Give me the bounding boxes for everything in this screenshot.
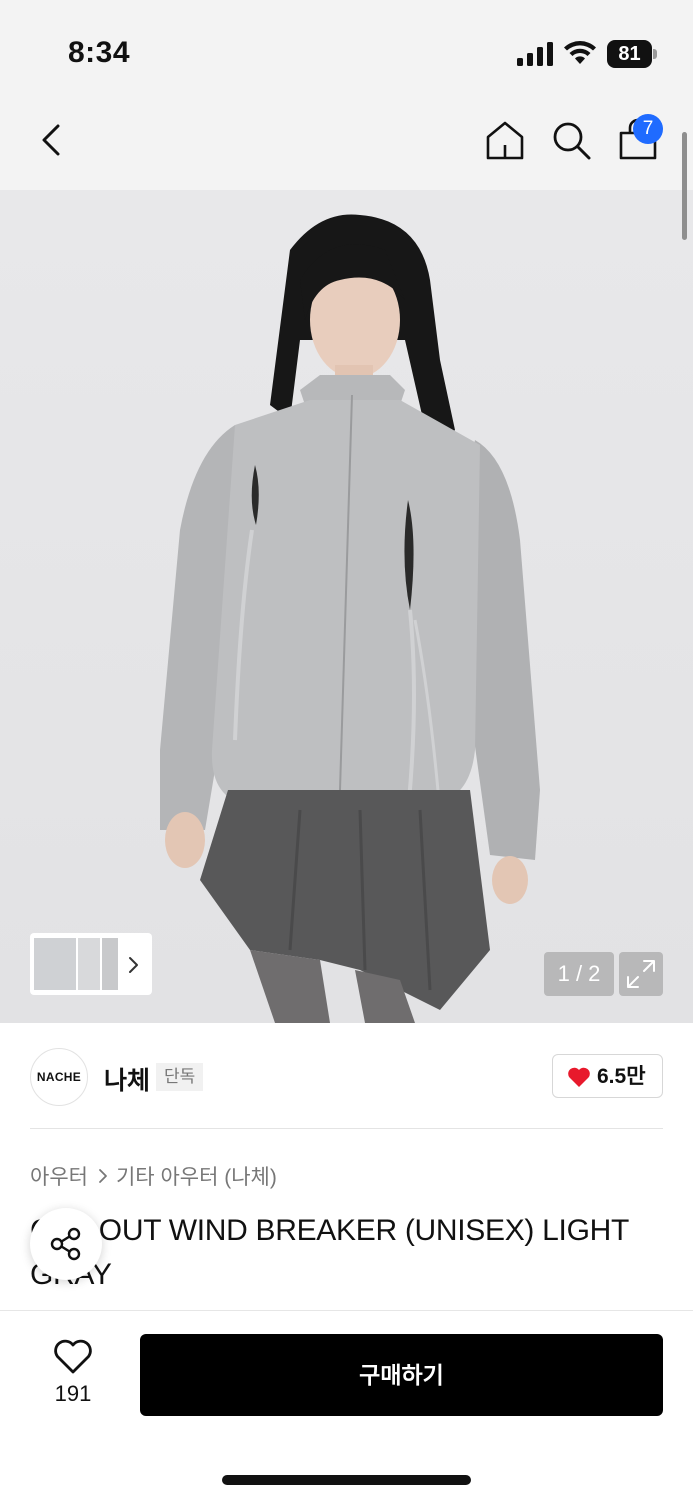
- product-title: CUT-OUT WIND BREAKER (UNISEX) LIGHT GRAY: [30, 1214, 629, 1291]
- wifi-icon: [564, 41, 596, 64]
- share-button[interactable]: [30, 1208, 102, 1280]
- thumbnail-2[interactable]: [78, 938, 100, 990]
- status-time: 8:34: [68, 36, 131, 69]
- expand-button[interactable]: [619, 952, 663, 996]
- search-icon[interactable]: [549, 118, 593, 162]
- home-icon[interactable]: [483, 118, 527, 162]
- top-navigation: [0, 100, 693, 190]
- thumbnail-3[interactable]: [102, 938, 118, 990]
- brand-name[interactable]: 나체: [104, 1061, 150, 1097]
- brand-logo[interactable]: NACHE: [30, 1048, 88, 1106]
- exclusive-tag: 단독: [156, 1063, 204, 1091]
- expand-icon: [627, 960, 655, 988]
- brand-like-button[interactable]: 6.5만: [552, 1054, 663, 1098]
- signal-icon: [517, 42, 553, 66]
- battery-tip: [653, 49, 657, 59]
- wish-count: 191: [54, 1381, 92, 1406]
- home-indicator[interactable]: [222, 1475, 471, 1485]
- cart-badge: 7: [633, 114, 663, 144]
- heart-outline-icon[interactable]: [53, 1339, 93, 1375]
- thumbnail-1[interactable]: [34, 938, 76, 990]
- breadcrumb: 아우터 기타 아우터 (나체): [30, 1161, 277, 1191]
- divider: [30, 1128, 663, 1129]
- buy-button[interactable]: 구매하기: [140, 1334, 663, 1416]
- bottom-action-bar: 191 구매하기: [0, 1310, 693, 1500]
- share-icon: [50, 1227, 81, 1261]
- chevron-right-icon: [99, 1169, 107, 1183]
- product-image[interactable]: [0, 190, 693, 1023]
- heart-filled-icon: [568, 1067, 590, 1087]
- status-bar: 8:34 81: [0, 0, 693, 100]
- chevron-left-icon[interactable]: [36, 120, 68, 160]
- battery-level: 81: [607, 40, 652, 68]
- brand-like-count: 6.5만: [597, 1065, 646, 1088]
- chevron-right-icon[interactable]: [126, 955, 140, 975]
- image-counter: 1 / 2: [544, 952, 614, 996]
- scroll-indicator[interactable]: [682, 132, 687, 240]
- breadcrumb-subcategory[interactable]: 기타 아우터 (나체): [116, 1161, 277, 1191]
- product-photo: [160, 214, 540, 1023]
- battery-indicator: 81: [607, 40, 657, 68]
- breadcrumb-category[interactable]: 아우터: [30, 1161, 88, 1191]
